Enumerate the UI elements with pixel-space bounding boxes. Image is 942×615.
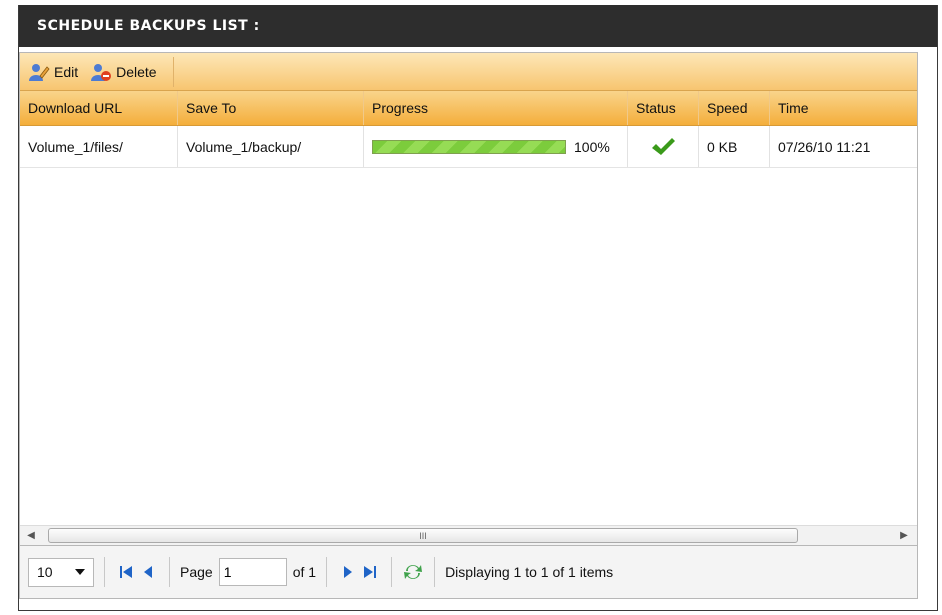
pager-divider <box>169 557 170 587</box>
check-icon <box>652 137 675 155</box>
scrollbar-thumb[interactable]: III <box>48 528 798 543</box>
scrollbar-grip: III <box>419 530 427 541</box>
page-size-value: 10 <box>37 564 53 580</box>
next-page-button[interactable] <box>337 561 359 583</box>
pager-divider <box>104 557 105 587</box>
edit-label: Edit <box>54 63 79 80</box>
prev-page-icon <box>144 566 152 578</box>
first-page-button[interactable] <box>115 561 137 583</box>
edit-button[interactable]: Edit <box>24 62 86 82</box>
horizontal-scrollbar[interactable]: ◀ III ▶ <box>20 525 917 545</box>
table-row[interactable]: Volume_1/files/ Volume_1/backup/ 100% 0 … <box>20 126 917 168</box>
column-header-download-url[interactable]: Download URL <box>20 91 178 125</box>
panel-title: SCHEDULE BACKUPS LIST : <box>19 5 937 47</box>
cell-time: 07/26/10 11:21 <box>778 138 871 155</box>
progress-percent: 100% <box>574 138 610 155</box>
pager-divider <box>391 557 393 587</box>
progress-bar <box>372 139 566 154</box>
next-page-icon <box>344 566 353 578</box>
last-page-button[interactable] <box>359 561 381 583</box>
edit-user-icon <box>29 63 50 81</box>
cell-progress: 100% <box>364 126 628 167</box>
refresh-button[interactable] <box>402 561 424 583</box>
pager-divider <box>434 557 436 587</box>
cell-speed: 0 KB <box>699 126 770 167</box>
page-number-input[interactable] <box>218 558 287 586</box>
delete-button[interactable]: Delete <box>86 62 164 82</box>
pagination-bar: 10 Page of 1 Displaying 1 to 1 of 1 item… <box>19 546 918 599</box>
cell-status <box>628 126 699 167</box>
last-page-icon <box>364 566 377 578</box>
refresh-icon <box>404 565 423 579</box>
pager-divider <box>326 557 328 587</box>
cell-download-url: Volume_1/files/ <box>20 126 178 167</box>
delete-label: Delete <box>116 63 157 80</box>
scroll-right-icon[interactable]: ▶ <box>897 529 911 543</box>
prev-page-button[interactable] <box>137 561 159 583</box>
page-of-label: of 1 <box>292 564 317 580</box>
delete-user-icon <box>91 63 112 81</box>
toolbar-divider <box>172 56 174 87</box>
column-header-save-to[interactable]: Save To <box>178 91 364 125</box>
caret-down-icon <box>75 569 85 575</box>
page-label: Page <box>180 564 213 580</box>
column-header-row: Download URL Save To Progress Status Spe… <box>20 91 917 126</box>
column-header-time[interactable]: Time <box>770 91 917 125</box>
display-status-text: Displaying 1 to 1 of 1 items <box>445 564 614 580</box>
first-page-icon <box>120 566 132 578</box>
column-header-speed[interactable]: Speed <box>699 91 770 125</box>
column-header-progress[interactable]: Progress <box>364 91 628 125</box>
column-header-status[interactable]: Status <box>628 91 699 125</box>
cell-save-to: Volume_1/backup/ <box>178 126 364 167</box>
progress-fill <box>373 140 565 153</box>
scroll-left-icon[interactable]: ◀ <box>24 529 38 543</box>
grid-toolbar: Edit Delete <box>20 53 917 91</box>
backups-grid: Edit Delete Download URL Save To Progres… <box>19 52 918 546</box>
page-size-select[interactable]: 10 <box>28 557 94 587</box>
